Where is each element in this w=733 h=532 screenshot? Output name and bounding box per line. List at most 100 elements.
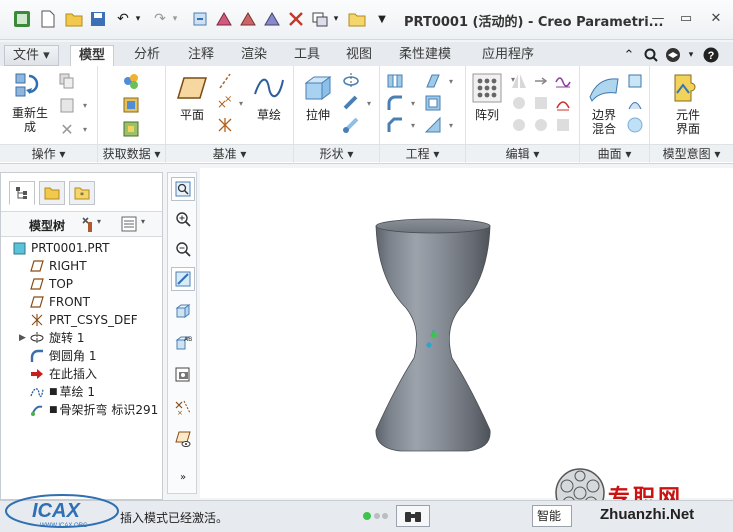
view-manager-button[interactable] bbox=[171, 363, 195, 387]
switch-window-dropdown-icon[interactable]: ▾ bbox=[326, 9, 346, 29]
delete-dropdown-icon[interactable]: ▾ bbox=[76, 120, 94, 138]
project-icon[interactable] bbox=[554, 72, 572, 90]
delete-feature-icon[interactable]: ✕ bbox=[58, 120, 76, 139]
group-engineering-label[interactable]: 工程 ▾ bbox=[380, 144, 465, 162]
chamfer-icon[interactable] bbox=[386, 116, 404, 134]
new-icon[interactable] bbox=[38, 9, 58, 29]
thicken-icon[interactable] bbox=[554, 116, 572, 134]
open-icon[interactable] bbox=[64, 9, 84, 29]
redo-dropdown-icon[interactable]: ▾ bbox=[165, 9, 185, 29]
tab-flexible-modeling[interactable]: 柔性建模 bbox=[391, 45, 459, 66]
tab-annotate[interactable]: 注释 bbox=[180, 45, 222, 66]
close-window-icon[interactable] bbox=[238, 9, 258, 29]
expand-icon[interactable]: ▶ bbox=[19, 329, 29, 347]
paste-icon[interactable] bbox=[58, 96, 76, 114]
axis-icon[interactable] bbox=[216, 72, 234, 90]
save-icon[interactable] bbox=[88, 9, 108, 29]
copy-geometry-icon[interactable] bbox=[122, 96, 140, 114]
saved-orientations-button[interactable]: AB bbox=[171, 331, 195, 355]
sweep-icon[interactable] bbox=[342, 94, 360, 112]
undo-dropdown-icon[interactable]: ▾ bbox=[128, 9, 148, 29]
tab-file[interactable]: 文件 ▾ bbox=[4, 45, 59, 66]
display-style-button[interactable] bbox=[171, 299, 195, 323]
shrinkwrap-icon[interactable] bbox=[122, 120, 140, 138]
regenerate-quick-icon[interactable] bbox=[190, 9, 210, 29]
model-tree-tab[interactable] bbox=[9, 181, 35, 205]
help-icon[interactable]: ? bbox=[702, 46, 720, 64]
tab-render[interactable]: 渲染 bbox=[233, 45, 275, 66]
sweep-dropdown-icon[interactable]: ▾ bbox=[360, 94, 378, 112]
tree-columns-icon[interactable] bbox=[121, 216, 137, 232]
delete-icon[interactable] bbox=[286, 9, 306, 29]
tab-applications[interactable]: 应用程序 bbox=[474, 45, 542, 66]
copy-icon[interactable] bbox=[58, 72, 76, 90]
group-datum-label[interactable]: 基准 ▾ bbox=[166, 144, 293, 162]
toolbar-more-icon[interactable]: » bbox=[171, 469, 195, 485]
rib-icon[interactable] bbox=[424, 116, 442, 134]
zoom-in-button[interactable] bbox=[171, 207, 195, 231]
tree-columns-dropdown-icon[interactable]: ▾ bbox=[141, 217, 145, 226]
intersect-icon[interactable] bbox=[510, 116, 528, 134]
group-editing-label[interactable]: 编辑 ▾ bbox=[466, 144, 579, 162]
refit-button[interactable] bbox=[171, 177, 195, 201]
sketch-button[interactable]: 草绘 bbox=[250, 72, 288, 122]
extend-icon[interactable] bbox=[532, 72, 550, 90]
merge-icon[interactable] bbox=[510, 94, 528, 112]
zoom-out-button[interactable] bbox=[171, 237, 195, 261]
search-icon[interactable] bbox=[642, 46, 660, 64]
favorites-tab[interactable]: * bbox=[69, 181, 95, 205]
group-get-data-label[interactable]: 获取数据 ▾ bbox=[98, 144, 165, 162]
tree-item-csys[interactable]: PRT_CSYS_DEF bbox=[29, 311, 138, 329]
regenerate-button[interactable]: 重新生成 bbox=[8, 70, 52, 134]
swept-blend-icon[interactable] bbox=[342, 116, 360, 134]
cap-dropdown-icon[interactable]: ▾ bbox=[682, 46, 700, 64]
solidify-icon[interactable] bbox=[532, 116, 550, 134]
datum-display-button[interactable]: × bbox=[171, 395, 195, 419]
boundary-blend-button[interactable]: 边界混合 bbox=[582, 72, 626, 136]
pattern-button[interactable]: 阵列 bbox=[468, 72, 506, 122]
restore-button[interactable]: ▭ bbox=[676, 10, 696, 26]
tree-settings-dropdown-icon[interactable]: ▾ bbox=[97, 217, 101, 226]
tree-item-insert-here[interactable]: 在此插入 bbox=[29, 365, 97, 383]
annotation-display-button[interactable] bbox=[171, 427, 195, 451]
group-shapes-label[interactable]: 形状 ▾ bbox=[294, 144, 379, 162]
minimize-button[interactable]: — bbox=[648, 10, 668, 26]
tree-item-part[interactable]: PRT0001.PRT bbox=[11, 239, 109, 257]
tree-item-spinal-bend[interactable]: ■ 骨架折弯 标识291 bbox=[29, 401, 158, 419]
repaint-button[interactable] bbox=[171, 267, 195, 291]
chamfer-dropdown-icon[interactable]: ▾ bbox=[404, 116, 422, 134]
folder-browser-tab[interactable] bbox=[39, 181, 65, 205]
tree-item-revolve[interactable]: ▶ 旋转 1 bbox=[19, 329, 84, 347]
selection-filter-dropdown[interactable]: 智能 bbox=[532, 505, 572, 527]
tab-tools[interactable]: 工具 bbox=[286, 45, 328, 66]
tab-model[interactable]: 模型 bbox=[70, 45, 115, 66]
round-icon[interactable] bbox=[386, 94, 404, 112]
tab-view[interactable]: 视图 bbox=[338, 45, 380, 66]
group-operations-label[interactable]: 操作 ▾ bbox=[0, 144, 97, 162]
rib-dropdown-icon[interactable]: ▾ bbox=[442, 116, 460, 134]
graduation-cap-icon[interactable] bbox=[664, 46, 682, 64]
shell-icon[interactable] bbox=[424, 94, 442, 112]
app-icon[interactable] bbox=[12, 9, 32, 29]
draft-icon[interactable] bbox=[424, 72, 442, 90]
trim-icon[interactable] bbox=[532, 94, 550, 112]
round-dropdown-icon[interactable]: ▾ bbox=[404, 94, 422, 112]
tree-item-round[interactable]: 倒圆角 1 bbox=[29, 347, 96, 365]
plane-button[interactable]: 平面 bbox=[172, 72, 212, 122]
paste-dropdown-icon[interactable]: ▾ bbox=[76, 96, 94, 114]
graphics-window[interactable]: 专职网 bbox=[200, 168, 733, 518]
tree-item-sketch[interactable]: ■ 草绘 1 bbox=[29, 383, 95, 401]
group-model-intent-label[interactable]: 模型意图 ▾ bbox=[650, 144, 733, 162]
tree-item-top[interactable]: TOP bbox=[29, 275, 73, 293]
hole-icon[interactable] bbox=[386, 72, 404, 90]
tree-item-right[interactable]: RIGHT bbox=[29, 257, 87, 275]
tree-settings-icon[interactable] bbox=[79, 215, 97, 233]
mirror-icon[interactable] bbox=[510, 72, 528, 90]
point-dropdown-icon[interactable]: ▾ bbox=[232, 94, 250, 112]
minimize-ribbon-icon[interactable]: ⌃ bbox=[620, 46, 638, 64]
component-interface-button[interactable]: 元件界面 bbox=[666, 72, 710, 136]
close-button[interactable]: ✕ bbox=[706, 10, 726, 26]
display-style-icon[interactable] bbox=[262, 9, 282, 29]
coordinate-system-icon[interactable] bbox=[216, 116, 234, 134]
folder-icon[interactable] bbox=[347, 9, 367, 29]
